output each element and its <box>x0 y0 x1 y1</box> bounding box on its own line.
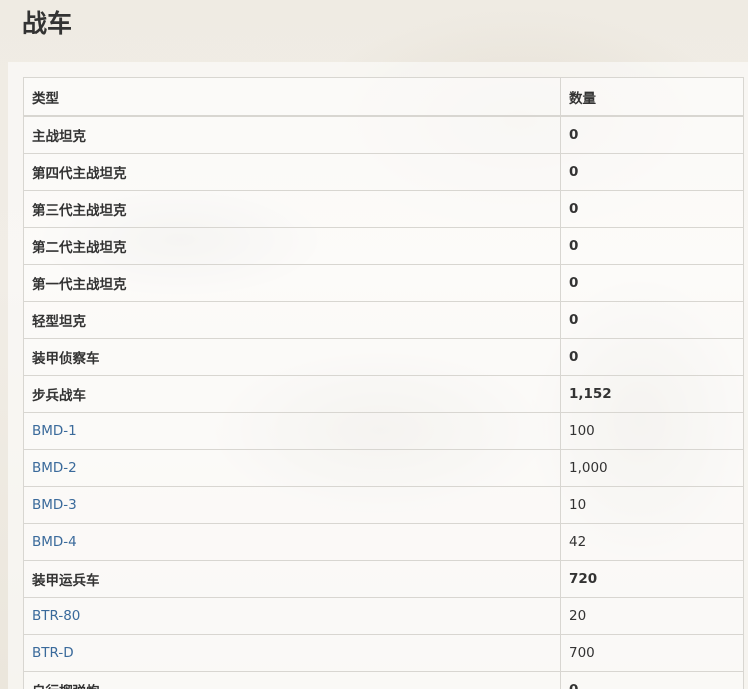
row-type: BTR-D <box>23 634 561 672</box>
vehicle-table: 类型 数量 主战坦克 0 第四代主战坦克 0 第三代主战坦克 0 第二代主战坦克… <box>23 77 744 689</box>
row-quantity: 1,152 <box>560 375 744 413</box>
model-link-bmd-3[interactable]: BMD-3 <box>32 497 77 513</box>
row-quantity: 700 <box>560 634 744 672</box>
table-row: BMD-4 42 <box>23 523 744 561</box>
page-title: 战车 <box>22 9 73 38</box>
model-link-btr-80[interactable]: BTR-80 <box>32 608 80 624</box>
row-type: 步兵战车 <box>23 375 561 413</box>
table-row: 轻型坦克 0 <box>23 301 744 339</box>
row-quantity: 0 <box>560 671 744 689</box>
row-quantity: 42 <box>560 523 744 561</box>
table-row: 第二代主战坦克 0 <box>23 227 744 265</box>
row-type: 轻型坦克 <box>23 301 561 339</box>
table-row: BMD-1 100 <box>23 412 744 450</box>
row-quantity: 0 <box>560 264 744 302</box>
table-row: 主战坦克 0 <box>23 115 744 154</box>
row-type: 第一代主战坦克 <box>23 264 561 302</box>
row-quantity: 20 <box>560 597 744 635</box>
row-type: 装甲侦察车 <box>23 338 561 376</box>
model-link-btr-d[interactable]: BTR-D <box>32 645 74 661</box>
row-type: 第二代主战坦克 <box>23 227 561 265</box>
row-quantity: 0 <box>560 227 744 265</box>
row-quantity: 100 <box>560 412 744 450</box>
row-type: BTR-80 <box>23 597 561 635</box>
row-type: 第四代主战坦克 <box>23 153 561 191</box>
table-row: BMD-2 1,000 <box>23 449 744 487</box>
table-row: 第三代主战坦克 0 <box>23 190 744 228</box>
table-row: 步兵战车 1,152 <box>23 375 744 413</box>
row-quantity: 0 <box>560 115 744 154</box>
row-quantity: 0 <box>560 153 744 191</box>
table-row: BTR-D 700 <box>23 634 744 672</box>
row-type: BMD-3 <box>23 486 561 524</box>
table-row: 自行榴弹炮 0 <box>23 671 744 689</box>
row-quantity: 0 <box>560 190 744 228</box>
row-type: 主战坦克 <box>23 115 561 154</box>
table-row: BTR-80 20 <box>23 597 744 635</box>
model-link-bmd-4[interactable]: BMD-4 <box>32 534 77 550</box>
row-type: 装甲运兵车 <box>23 560 561 598</box>
column-header-quantity: 数量 <box>560 77 744 117</box>
row-type: 第三代主战坦克 <box>23 190 561 228</box>
model-link-bmd-2[interactable]: BMD-2 <box>32 460 77 476</box>
table-row: 第四代主战坦克 0 <box>23 153 744 191</box>
table-header-row: 类型 数量 <box>23 77 744 117</box>
row-quantity: 1,000 <box>560 449 744 487</box>
table-row: 第一代主战坦克 0 <box>23 264 744 302</box>
table-body: 主战坦克 0 第四代主战坦克 0 第三代主战坦克 0 第二代主战坦克 0 第一代… <box>23 115 744 689</box>
row-type: BMD-2 <box>23 449 561 487</box>
table-row: 装甲侦察车 0 <box>23 338 744 376</box>
row-quantity: 10 <box>560 486 744 524</box>
table-row: BMD-3 10 <box>23 486 744 524</box>
model-link-bmd-1[interactable]: BMD-1 <box>32 423 77 439</box>
row-quantity: 720 <box>560 560 744 598</box>
row-type: BMD-1 <box>23 412 561 450</box>
row-quantity: 0 <box>560 338 744 376</box>
row-type: BMD-4 <box>23 523 561 561</box>
column-header-type: 类型 <box>23 77 561 117</box>
row-quantity: 0 <box>560 301 744 339</box>
row-type: 自行榴弹炮 <box>23 671 561 689</box>
table-row: 装甲运兵车 720 <box>23 560 744 598</box>
